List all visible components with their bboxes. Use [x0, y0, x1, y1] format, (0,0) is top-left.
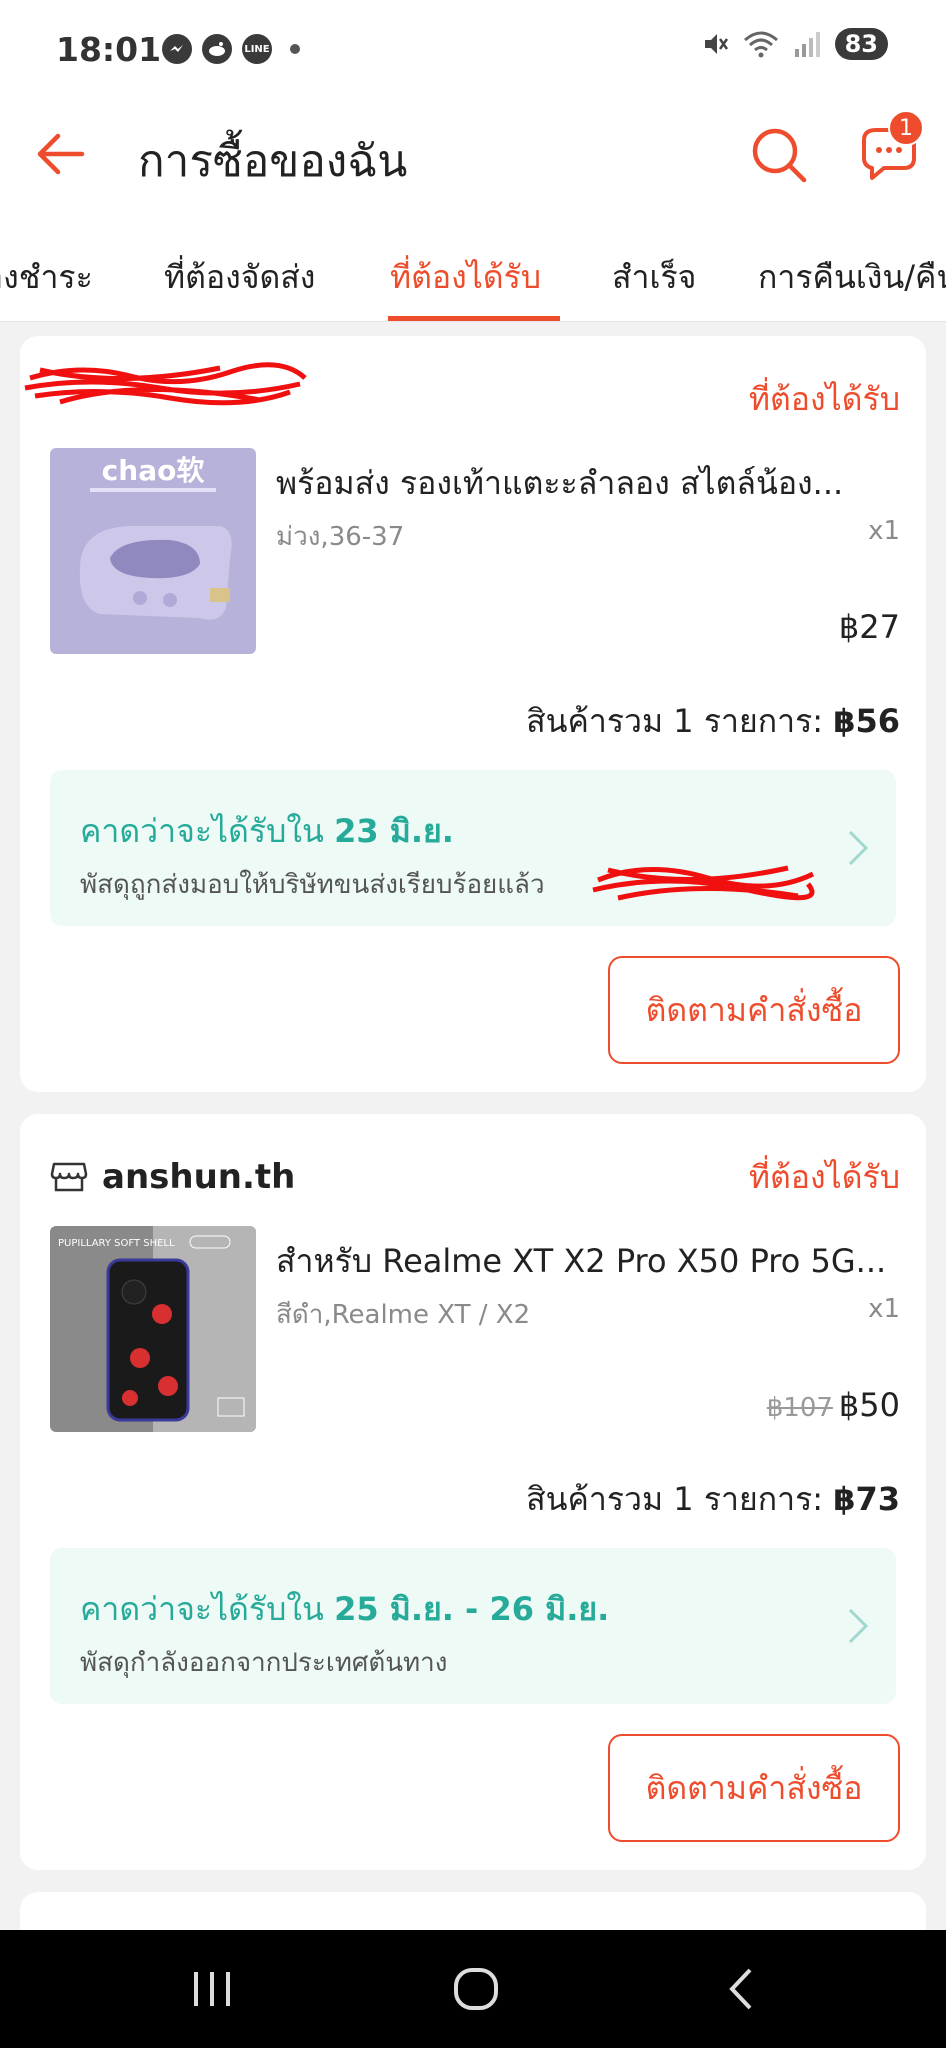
back-button[interactable]: [30, 124, 90, 184]
tab-return-refund[interactable]: การคืนเงิน/คืนสินค้า: [758, 252, 946, 303]
delivery-estimate-title: คาดว่าจะได้รับใน 25 มิ.ย. - 26 มิ.ย.: [80, 1584, 609, 1635]
recent-apps-icon: [194, 1972, 230, 2006]
status-indicators: 83: [701, 28, 888, 60]
delivery-status-note: พัสดุถูกส่งมอบให้บริษัทขนส่งเรียบร้อยแล้…: [80, 870, 545, 900]
shop-icon: [50, 1162, 88, 1192]
redaction-scribble: [24, 362, 307, 406]
product-image[interactable]: chao软: [50, 448, 256, 654]
product-quantity: x1: [868, 516, 900, 546]
order-status: ที่ต้องได้รับ: [748, 1158, 900, 1196]
app-header: การซื้อของฉัน 1: [0, 100, 946, 210]
track-order-button[interactable]: ติดตามคำสั่งซื้อ: [608, 1734, 900, 1842]
arrow-left-icon: [37, 133, 85, 175]
sale-price: ฿50: [838, 1386, 900, 1424]
line-icon: LINE: [242, 34, 272, 64]
product-price: ฿27: [833, 608, 900, 646]
track-order-button[interactable]: ติดตามคำสั่งซื้อ: [608, 956, 900, 1064]
back-nav-button[interactable]: [712, 1964, 772, 2014]
eta-prefix: คาดว่าจะได้รับใน: [80, 812, 324, 850]
order-card[interactable]: ที่ต้องได้รับ chao软 พร้อมส่ง รองเท้าแตะะ…: [20, 336, 926, 1092]
product-title[interactable]: พร้อมส่ง รองเท้าแตะะลําลอง สไตล์น้อง...: [276, 458, 896, 509]
product-variant: ม่วง,36-37: [276, 522, 405, 552]
chevron-right-icon: [848, 1608, 869, 1644]
battery-indicator: 83: [834, 28, 888, 60]
search-button[interactable]: [748, 124, 810, 186]
chevron-left-icon: [729, 1968, 752, 2010]
status-bar: 18:01 LINE 83: [0, 0, 946, 100]
chevron-right-icon: [848, 830, 869, 866]
eta-date: 25 มิ.ย. - 26 มิ.ย.: [334, 1590, 610, 1628]
delivery-estimate[interactable]: คาดว่าจะได้รับใน 23 มิ.ย. พัสดุถูกส่งมอบ…: [50, 770, 896, 926]
tab-to-receive[interactable]: ที่ต้องได้รับ: [390, 252, 541, 303]
reddit-icon: [202, 34, 232, 64]
mute-icon: [704, 34, 728, 54]
messenger-icon: [162, 34, 192, 64]
home-icon: [454, 1968, 498, 2010]
tab-completed[interactable]: สำเร็จ: [612, 252, 696, 303]
page-title: การซื้อของฉัน: [138, 136, 408, 187]
delivery-estimate-title: คาดว่าจะได้รับใน 23 มิ.ย.: [80, 806, 454, 857]
eta-prefix: คาดว่าจะได้รับใน: [80, 1590, 324, 1628]
sale-price: ฿27: [838, 608, 900, 646]
system-navigation-bar: [0, 1930, 946, 2048]
home-button[interactable]: [446, 1964, 506, 2014]
order-total-value: ฿73: [833, 1480, 900, 1518]
active-tab-indicator: [388, 316, 560, 321]
eta-date: 23 มิ.ย.: [334, 812, 454, 850]
order-status: ที่ต้องได้รับ: [748, 380, 900, 418]
shop-name[interactable]: anshun.th: [102, 1157, 295, 1197]
product-image-caption: PUPILLARY SOFT SHELL: [58, 1238, 175, 1249]
product-image-brand: chao软: [102, 454, 205, 487]
chat-badge: 1: [888, 110, 924, 146]
order-total-label: สินค้ารวม 1 รายการ:: [526, 1480, 824, 1518]
wifi-icon: [743, 31, 778, 58]
tab-to-pay[interactable]: ที่ต้องชำระ: [0, 252, 93, 303]
order-card[interactable]: anshun.th ที่ต้องได้รับ PUPILLARY SOFT S…: [20, 1114, 926, 1870]
delivery-status-note: พัสดุกำลังออกจากประเทศต้นทาง: [80, 1648, 448, 1678]
redaction-scribble: [592, 865, 815, 901]
order-total: สินค้ารวม 1 รายการ: ฿56: [526, 696, 900, 747]
status-time: 18:01: [56, 30, 162, 69]
recent-apps-button[interactable]: [182, 1964, 242, 2014]
product-variant: สีดำ,Realme XT / X2: [276, 1300, 531, 1330]
order-total: สินค้ารวม 1 รายการ: ฿73: [526, 1474, 900, 1525]
search-icon: [752, 128, 807, 183]
order-status-tabs: ที่ต้องชำระ ที่ต้องจัดส่ง ที่ต้องได้รับ …: [0, 210, 946, 322]
product-quantity: x1: [868, 1294, 900, 1324]
shop-header[interactable]: anshun.th: [50, 1152, 295, 1202]
signal-icon: [794, 32, 820, 57]
next-order-card-peek: [20, 1892, 926, 1932]
product-price: ฿107 ฿50: [767, 1386, 900, 1424]
original-price: ฿107: [766, 1393, 833, 1423]
status-app-icons: LINE: [162, 34, 300, 64]
order-total-value: ฿56: [833, 702, 900, 740]
notification-dot-icon: [290, 44, 300, 54]
delivery-estimate[interactable]: คาดว่าจะได้รับใน 25 มิ.ย. - 26 มิ.ย. พัส…: [50, 1548, 896, 1704]
tab-to-ship[interactable]: ที่ต้องจัดส่ง: [164, 252, 315, 303]
order-total-label: สินค้ารวม 1 รายการ:: [526, 702, 824, 740]
product-image[interactable]: PUPILLARY SOFT SHELL: [50, 1226, 256, 1432]
product-title[interactable]: สำหรับ Realme XT X2 Pro X50 Pro 5G...: [276, 1236, 896, 1287]
